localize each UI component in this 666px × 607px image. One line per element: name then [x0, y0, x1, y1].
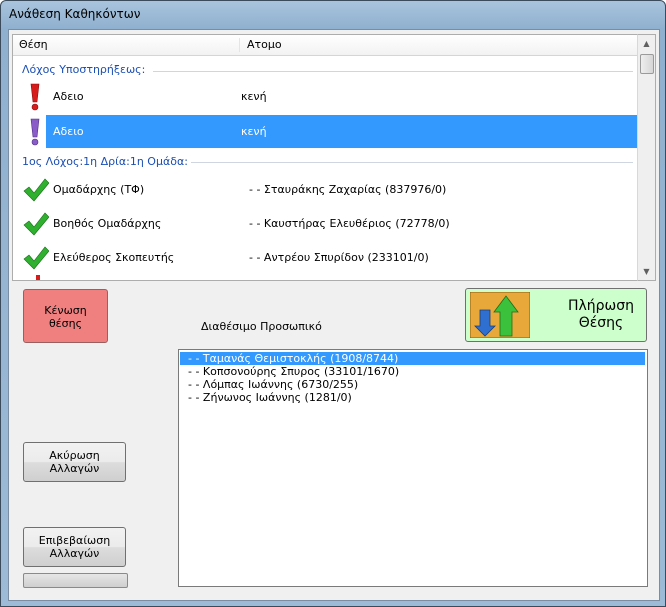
list-header: Θέση Ατομο — [13, 35, 637, 56]
cancel-changes-label-line2: Αλλαγών — [49, 462, 100, 475]
list-item[interactable]: - - Λόμπας Ιωάννης (6730/255) — [180, 378, 645, 391]
scroll-up-arrow-icon[interactable]: ▲ — [638, 35, 655, 52]
scrollbar-thumb[interactable] — [640, 54, 654, 74]
table-row[interactable]: Βοηθός Ομαδάρχης - - Καυστήρας Ελευθέριο… — [13, 207, 637, 240]
row-position: Βοηθός Ομαδάρχης — [53, 217, 162, 230]
row-person: - - Σταυράκης Ζαχαρίας (837976/0) — [249, 183, 447, 196]
confirm-changes-button[interactable]: Επιβεβαίωση Αλλαγών — [23, 527, 126, 567]
row-position: Ομαδάρχης (ΤΦ) — [53, 183, 145, 196]
assign-duties-window: Ανάθεση Καθηκόντων Θέση Ατομο Λόχος Υποσ… — [0, 0, 666, 607]
table-row[interactable]: Αδειο κενή — [13, 80, 637, 113]
list-item[interactable]: - - Ζήνωνος Ιωάννης (1281/0) — [180, 391, 645, 404]
available-personnel-list[interactable]: - - Ταμανάς Θεμιστοκλής (1908/8744) - - … — [178, 349, 648, 587]
table-row-selected[interactable]: Αδειο κενή — [13, 115, 637, 148]
progress-bar — [23, 573, 128, 588]
row-position: Αδειο — [53, 90, 84, 103]
red-exclamation-icon — [36, 275, 40, 280]
empty-position-label-line2: θέσης — [48, 317, 83, 330]
fill-position-label-line1: Πλήρωση — [567, 298, 635, 314]
green-check-icon — [23, 246, 49, 270]
column-header-person[interactable]: Ατομο — [241, 38, 282, 52]
positions-list[interactable]: Θέση Ατομο Λόχος Υποστηρήξεως: Αδειο κεν… — [12, 34, 637, 281]
confirm-changes-label-line1: Επιβεβαίωση — [38, 534, 111, 547]
scroll-down-arrow-icon[interactable]: ▼ — [638, 263, 655, 280]
row-person: - - Καυστήρας Ελευθέριος (72778/0) — [249, 217, 450, 230]
fill-position-label-line2: Θέσης — [578, 315, 624, 331]
green-check-icon — [23, 178, 49, 202]
row-person: - - Αντρέου Σπυρίδον (233101/0) — [249, 251, 429, 264]
row-position: Ελεύθερος Σκοπευτής — [53, 251, 175, 264]
window-client: Θέση Ατομο Λόχος Υποστηρήξεως: Αδειο κεν… — [8, 29, 660, 601]
empty-position-label-line1: Κένωση — [44, 304, 87, 317]
table-row[interactable]: Ομαδάρχης (ΤΦ) - - Σταυράκης Ζαχαρίας (8… — [13, 173, 637, 206]
selection-highlight — [46, 115, 637, 148]
cancel-changes-label-line1: Ακύρωση — [49, 449, 100, 462]
list-scrollbar[interactable]: ▲ ▼ — [637, 34, 656, 281]
list-item-selected[interactable]: - - Ταμανάς Θεμιστοκλής (1908/8744) — [180, 352, 645, 365]
purple-exclamation-icon — [30, 118, 40, 146]
list-item[interactable]: - - Κοπσονούρης Σπυρος (33101/1670) — [180, 365, 645, 378]
window-title: Ανάθεση Καθηκόντων — [9, 7, 141, 21]
row-person: κενή — [241, 125, 267, 138]
green-check-icon — [23, 212, 49, 236]
group-divider — [153, 71, 633, 72]
cancel-changes-button[interactable]: Ακύρωση Αλλαγών — [23, 442, 126, 482]
table-row[interactable]: Ελεύθερος Σκοπευτής - - Αντρέου Σπυρίδον… — [13, 241, 637, 274]
group-header-1st-company: 1ος Λόχος:1η Δρία:1η Ομάδα: — [22, 155, 188, 168]
red-exclamation-icon — [30, 83, 40, 111]
available-personnel-label: Διαθέσιμο Προσωπικό — [201, 320, 322, 333]
empty-position-button[interactable]: Κένωση θέσης — [23, 289, 108, 343]
row-position: Αδειο — [53, 125, 84, 138]
column-header-position[interactable]: Θέση — [13, 38, 240, 52]
fill-position-button[interactable]: Πλήρωση Θέσης — [465, 288, 647, 342]
row-person: κενή — [241, 90, 267, 103]
group-header-support-company: Λόχος Υποστηρήξεως: — [22, 63, 146, 76]
group-divider — [191, 162, 633, 163]
title-bar[interactable]: Ανάθεση Καθηκόντων — [1, 1, 665, 29]
swap-arrows-icon — [470, 292, 530, 338]
confirm-changes-label-line2: Αλλαγών — [49, 547, 100, 560]
